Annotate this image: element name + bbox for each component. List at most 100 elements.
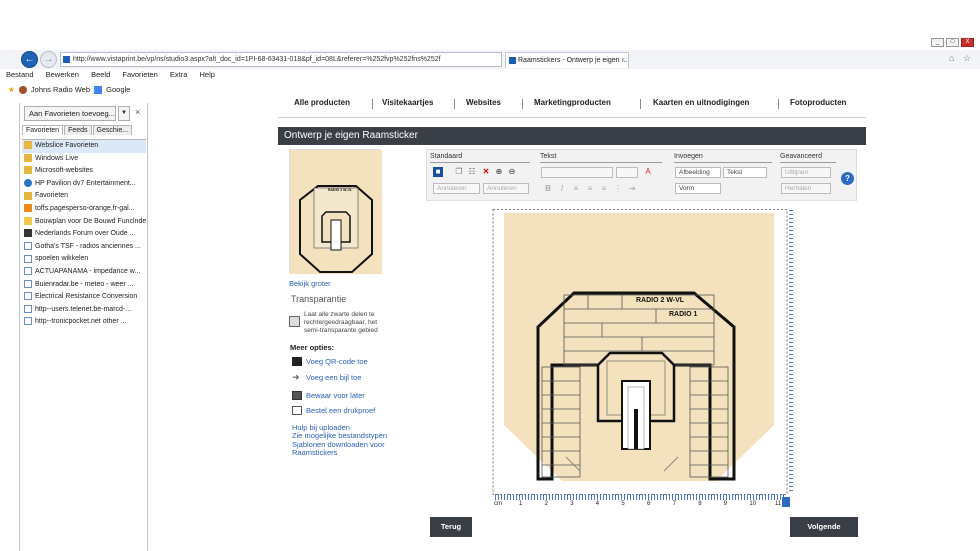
- indent-icon[interactable]: ⇥: [627, 184, 637, 194]
- favorite-item[interactable]: spoelen wikkelen: [22, 253, 146, 266]
- favorite-item[interactable]: http--tronicpocket.net other ...: [22, 316, 146, 329]
- nav-marketingproducten[interactable]: Marketingproducten: [534, 98, 611, 107]
- favorite-item[interactable]: Nederlands Forum over Oude ...: [22, 228, 146, 241]
- font-select[interactable]: [541, 167, 613, 178]
- menu-extra[interactable]: Extra: [170, 70, 188, 79]
- italic-icon[interactable]: I: [557, 184, 567, 194]
- favorite-item[interactable]: Favorieten: [22, 190, 146, 203]
- option-bijl[interactable]: ➜ Voeg een bijl toe: [292, 373, 361, 383]
- align-right-icon[interactable]: ≡: [599, 184, 609, 194]
- menu-beeld[interactable]: Beeld: [91, 70, 110, 79]
- close-icon[interactable]: ×: [135, 107, 140, 117]
- bekijk-groter-link[interactable]: Bekijk groter: [289, 279, 331, 288]
- back-step-button[interactable]: Terug: [430, 517, 472, 537]
- browser-tab[interactable]: Raamstickers - Ontwerp je eigen ... ×: [505, 52, 629, 68]
- home-favorites-icons[interactable]: ⌂ ☆: [949, 53, 974, 64]
- ruler-origin: cm: [494, 501, 502, 507]
- favorite-item[interactable]: http--users.telenet.be-marcd-...: [22, 304, 146, 317]
- nav-kaarten[interactable]: Kaarten en uitnodigingen: [653, 98, 749, 107]
- add-to-favorites-button[interactable]: Aan Favorieten toevoeg...: [24, 106, 116, 121]
- zoom-in-icon[interactable]: ⊕: [494, 167, 504, 177]
- favorite-item[interactable]: Webslice Favorieten: [22, 140, 146, 153]
- forward-button[interactable]: →: [40, 51, 57, 68]
- favorite-item[interactable]: HP Pavilion dv7 Entertainment...: [22, 178, 146, 191]
- option-bijl-label[interactable]: Voeg een bijl toe: [306, 373, 361, 382]
- minimize-button[interactable]: _: [931, 38, 944, 47]
- nav-visitekaartjes[interactable]: Visitekaartjes: [382, 98, 433, 107]
- transparency-checkbox[interactable]: [289, 316, 300, 327]
- font-size-select[interactable]: [616, 167, 638, 178]
- repeat-button[interactable]: Herhalen: [781, 183, 831, 194]
- text-color-icon[interactable]: A: [643, 167, 653, 177]
- option-bewaar-label[interactable]: Bewaar voor later: [306, 391, 365, 400]
- favorites-star-icon[interactable]: ★: [8, 85, 15, 94]
- menu-bewerken[interactable]: Bewerken: [46, 70, 79, 79]
- window-controls: _ □ X: [931, 38, 974, 47]
- insert-text-button[interactable]: Tekst: [723, 167, 767, 178]
- next-step-button[interactable]: Volgende: [790, 517, 858, 537]
- favorite-item[interactable]: Bouwplan voor De Bouwd Funclnde...: [22, 216, 146, 229]
- list-icon[interactable]: ⋮: [613, 184, 623, 194]
- undo-button[interactable]: Annuleren: [433, 183, 480, 194]
- option-qr[interactable]: Voeg QR-code toe: [292, 357, 368, 366]
- option-qr-label[interactable]: Voeg QR-code toe: [306, 357, 368, 366]
- design-thumbnail[interactable]: RADIO 2 W-VL: [289, 149, 382, 274]
- link-raamstickers[interactable]: Raamstickers: [292, 448, 337, 457]
- favorite-item[interactable]: Gotha's TSF - radios anciennes ...: [22, 241, 146, 254]
- tab-close-icon[interactable]: ×: [621, 53, 625, 68]
- copy-icon[interactable]: ❐: [454, 167, 464, 177]
- insert-image-button[interactable]: Afbeelding: [675, 167, 721, 178]
- design-label-radio2[interactable]: RADIO 2 W-VL: [636, 297, 685, 304]
- redo-button[interactable]: Annuleren: [483, 183, 529, 194]
- chevron-down-icon[interactable]: ▼: [118, 106, 130, 121]
- option-bewaar[interactable]: Bewaar voor later: [292, 391, 365, 400]
- sticker-design[interactable]: RADIO 2 W-VL RADIO 1: [492, 209, 788, 495]
- favorite-item[interactable]: Windows Live: [22, 153, 146, 166]
- menu-help[interactable]: Help: [200, 70, 215, 79]
- help-icon[interactable]: ?: [841, 172, 854, 185]
- favorite-item[interactable]: Microsoft-websites: [22, 165, 146, 178]
- favorite-item[interactable]: ACTUAPANAMA - impedance w...: [22, 266, 146, 279]
- align-left-icon[interactable]: ≡: [571, 184, 581, 194]
- save-icon[interactable]: ■: [433, 167, 443, 177]
- favorite-item-label: Webslice Favorieten: [35, 142, 99, 149]
- zoom-slider-handle[interactable]: [782, 497, 790, 507]
- tab-geschiedenis[interactable]: Geschie...: [92, 125, 133, 135]
- nav-alle-producten[interactable]: Alle producten: [294, 98, 350, 107]
- link-bestandstypen[interactable]: Zie mogelijke bestandstypen: [292, 431, 387, 440]
- favicon-icon: [24, 279, 32, 288]
- align-button[interactable]: Uitlijnen: [781, 167, 831, 178]
- url-field[interactable]: http://www.vistaprint.be/vp/ns/studio3.a…: [60, 52, 502, 67]
- back-button[interactable]: ←: [21, 51, 38, 68]
- option-drukproef[interactable]: Bestel een drukproef: [292, 406, 375, 415]
- favorite-item-label: Microsoft-websites: [35, 167, 93, 175]
- delete-icon[interactable]: ✕: [481, 167, 491, 177]
- nav-websites[interactable]: Websites: [466, 98, 501, 107]
- zoom-out-icon[interactable]: ⊖: [507, 167, 517, 177]
- paste-icon[interactable]: ☷: [467, 167, 477, 177]
- design-canvas[interactable]: RADIO 2 W-VL RADIO 1 cm 1 2 3 4 5 6 7 8 9 10 11: [492, 207, 794, 513]
- favorite-item[interactable]: Buienradar.be - meteo - weer ...: [22, 279, 146, 292]
- transparantie-desc: Laat alle zwarte delen te rechtergeedraa…: [304, 311, 378, 334]
- fav-link-johns-radio[interactable]: Johns Radio Web: [31, 85, 90, 94]
- favorite-item[interactable]: Electrical Resistance Conversion: [22, 291, 146, 304]
- close-window-button[interactable]: X: [961, 38, 974, 47]
- tab-favorieten[interactable]: Favorieten: [22, 125, 64, 135]
- design-label-radio1[interactable]: RADIO 1: [669, 311, 698, 318]
- menu-favorieten[interactable]: Favorieten: [122, 70, 157, 79]
- favorite-item-label: Bouwplan voor De Bouwd Funclnde...: [35, 217, 146, 225]
- nav-fotoproducten[interactable]: Fotoproducten: [790, 98, 846, 107]
- tab-feeds[interactable]: Feeds: [64, 125, 92, 135]
- ruler-number: 10: [749, 501, 757, 507]
- url-text: http://www.vistaprint.be/vp/ns/studio3.a…: [73, 56, 441, 63]
- bold-icon[interactable]: B: [543, 184, 553, 194]
- align-center-icon[interactable]: ≡: [585, 184, 595, 194]
- meer-opties-heading: Meer opties:: [290, 343, 335, 352]
- fav-link-google[interactable]: Google: [106, 85, 130, 94]
- insert-shape-button[interactable]: Vorm: [675, 183, 721, 194]
- maximize-button[interactable]: □: [946, 38, 959, 47]
- group-title-standaard: Standaard: [430, 153, 463, 160]
- menu-bestand[interactable]: Bestand: [6, 70, 34, 79]
- option-drukproef-label[interactable]: Bestel een drukproef: [306, 406, 375, 415]
- favorite-item[interactable]: toffs.pagesperso-orange.fr-gal...: [22, 203, 146, 216]
